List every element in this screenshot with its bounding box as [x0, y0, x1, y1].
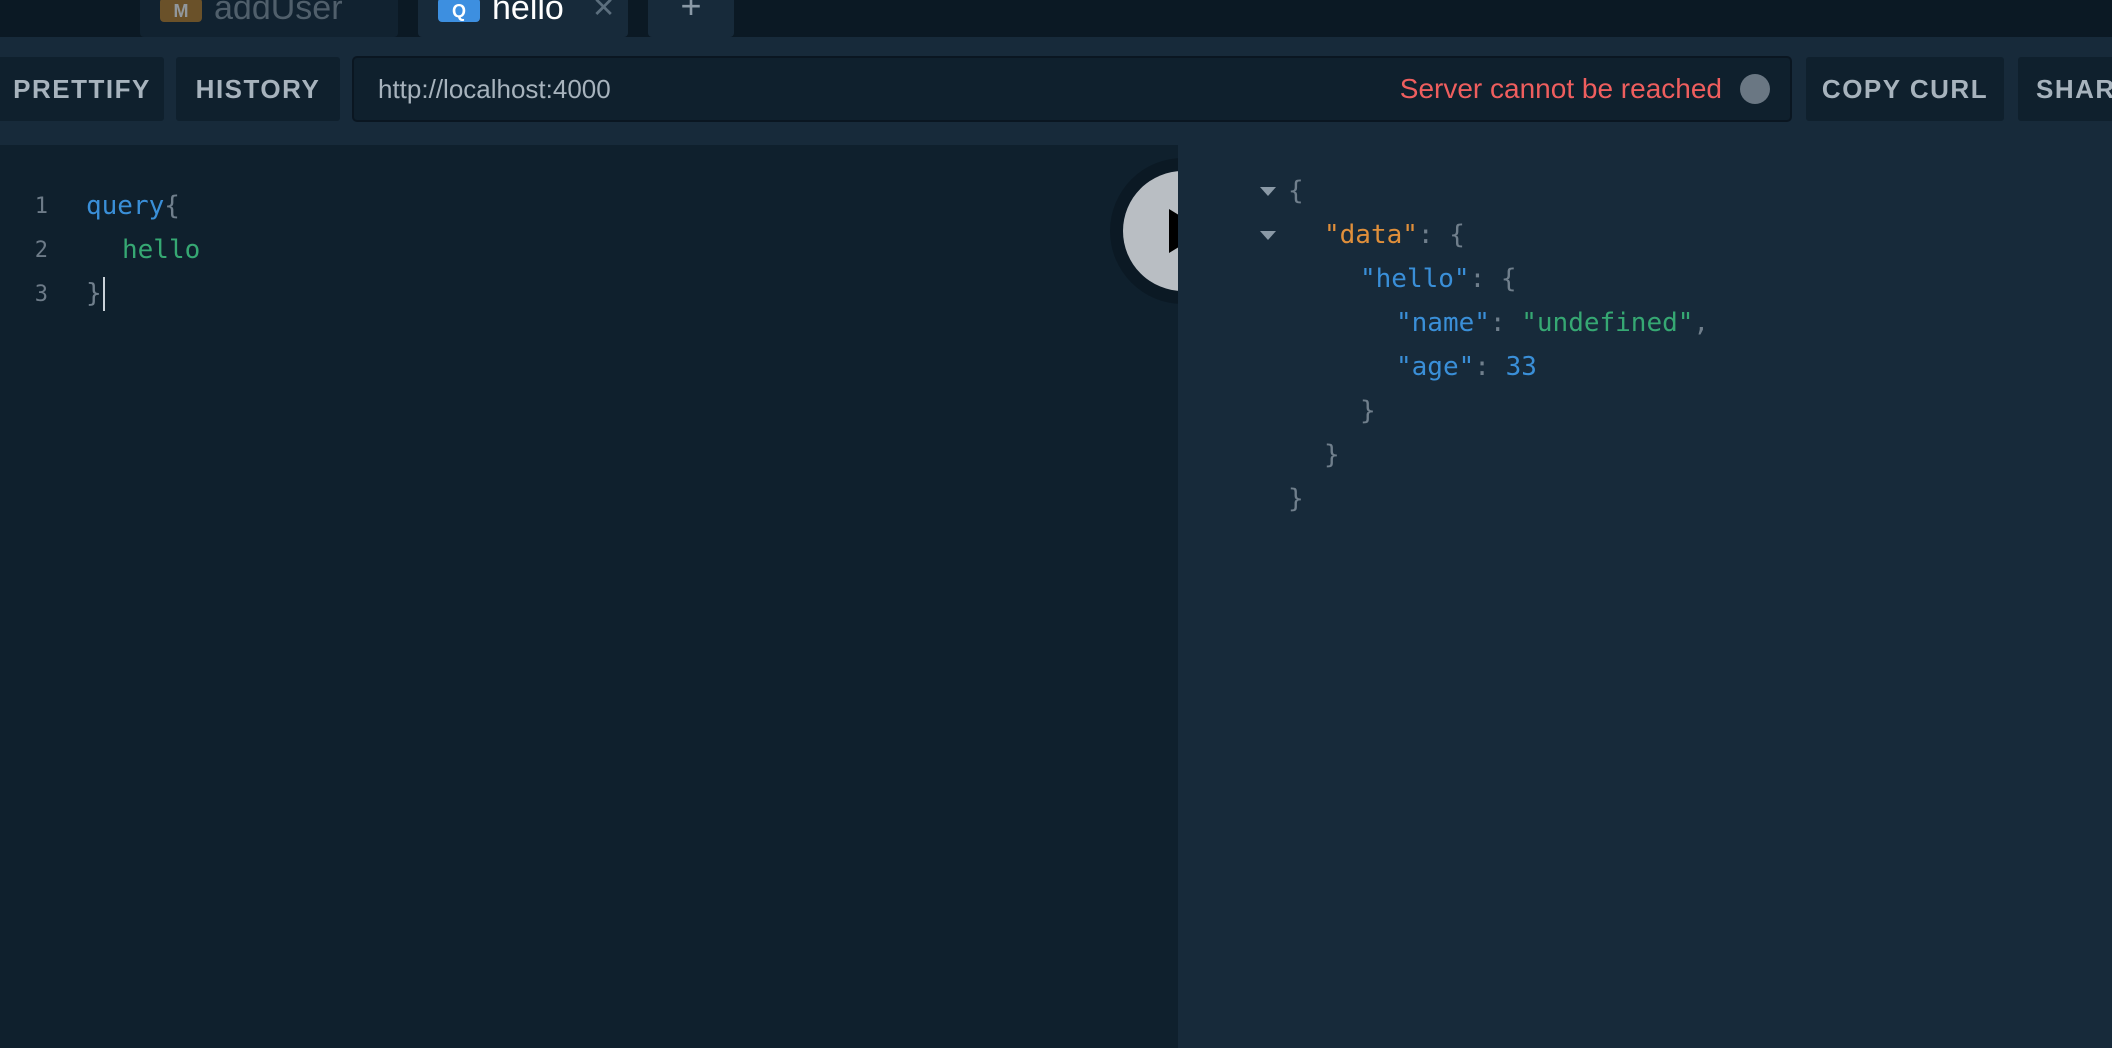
- json-value-age: 33: [1505, 352, 1537, 382]
- result-line: }: [1288, 477, 1304, 521]
- result-line: "hello": {: [1360, 257, 1517, 301]
- tab-bar: M addUser Q hello ✕ +: [0, 0, 2112, 37]
- close-tab-icon[interactable]: ✕: [592, 0, 615, 22]
- result-line: {: [1288, 169, 1304, 213]
- json-colon: :: [1469, 264, 1501, 294]
- open-brace: {: [164, 191, 180, 221]
- graphql-playground: M addUser Q hello ✕ + PRETTIFY HISTORY h…: [0, 0, 2112, 1048]
- json-comma: ,: [1693, 308, 1710, 338]
- plus-icon: +: [680, 0, 702, 26]
- copy-curl-button[interactable]: COPY CURL: [1806, 57, 2004, 121]
- result-viewer: { "data": { "hello": { "name": "undefine…: [1178, 145, 2112, 1048]
- json-colon: :: [1489, 308, 1522, 338]
- text-cursor: [102, 277, 105, 311]
- share-button[interactable]: SHARE: [2018, 57, 2112, 121]
- collapse-caret-icon[interactable]: [1260, 231, 1276, 240]
- toolbar: PRETTIFY HISTORY http://localhost:4000 S…: [0, 37, 2112, 145]
- result-line: "name": "undefined",: [1396, 301, 1709, 345]
- mutation-badge: M: [160, 0, 202, 22]
- query-field: hello: [122, 235, 201, 265]
- history-button[interactable]: HISTORY: [176, 57, 340, 121]
- line-number: 3: [34, 281, 48, 307]
- collapse-caret-icon[interactable]: [1260, 187, 1276, 196]
- line-number: 2: [34, 237, 48, 263]
- line-number: 1: [34, 193, 48, 219]
- result-line: "data": {: [1324, 213, 1465, 257]
- result-line: "age": 33: [1396, 345, 1537, 389]
- json-brace: {: [1288, 176, 1304, 206]
- tab-adduser[interactable]: M addUser: [140, 0, 398, 37]
- server-status-text: Server cannot be reached: [1399, 73, 1722, 104]
- json-brace: }: [1288, 484, 1304, 514]
- tab-label: addUser: [214, 0, 343, 27]
- server-status-indicator: [1740, 74, 1770, 104]
- json-key-age: "age": [1396, 352, 1475, 382]
- json-key-data: "data": [1324, 220, 1418, 250]
- editor-line: 3 }: [0, 272, 1178, 316]
- json-value-name: "undefined": [1521, 308, 1694, 338]
- json-colon: :: [1474, 352, 1506, 382]
- endpoint-url[interactable]: http://localhost:4000: [378, 74, 611, 105]
- json-brace: {: [1500, 264, 1517, 294]
- editor-line: 1 query{: [0, 184, 1178, 228]
- query-editor[interactable]: 1 query{ 2 hello 3 }: [0, 145, 1178, 1048]
- tab-hello[interactable]: Q hello ✕: [418, 0, 628, 37]
- editor-line: 2 hello: [0, 228, 1178, 272]
- json-key-name: "name": [1396, 308, 1490, 338]
- json-key-hello: "hello": [1360, 264, 1470, 294]
- result-line: }: [1360, 389, 1376, 433]
- json-brace: {: [1449, 220, 1465, 250]
- json-colon: :: [1417, 220, 1450, 250]
- close-brace: }: [86, 278, 102, 309]
- tab-label: hello: [492, 0, 564, 27]
- query-keyword: query: [86, 191, 165, 221]
- new-tab-button[interactable]: +: [648, 0, 734, 37]
- result-line: }: [1324, 433, 1340, 477]
- prettify-button[interactable]: PRETTIFY: [0, 57, 164, 121]
- json-brace: }: [1360, 396, 1376, 426]
- endpoint-url-input[interactable]: http://localhost:4000 Server cannot be r…: [352, 56, 1792, 122]
- query-badge: Q: [438, 0, 480, 22]
- json-brace: }: [1324, 440, 1340, 470]
